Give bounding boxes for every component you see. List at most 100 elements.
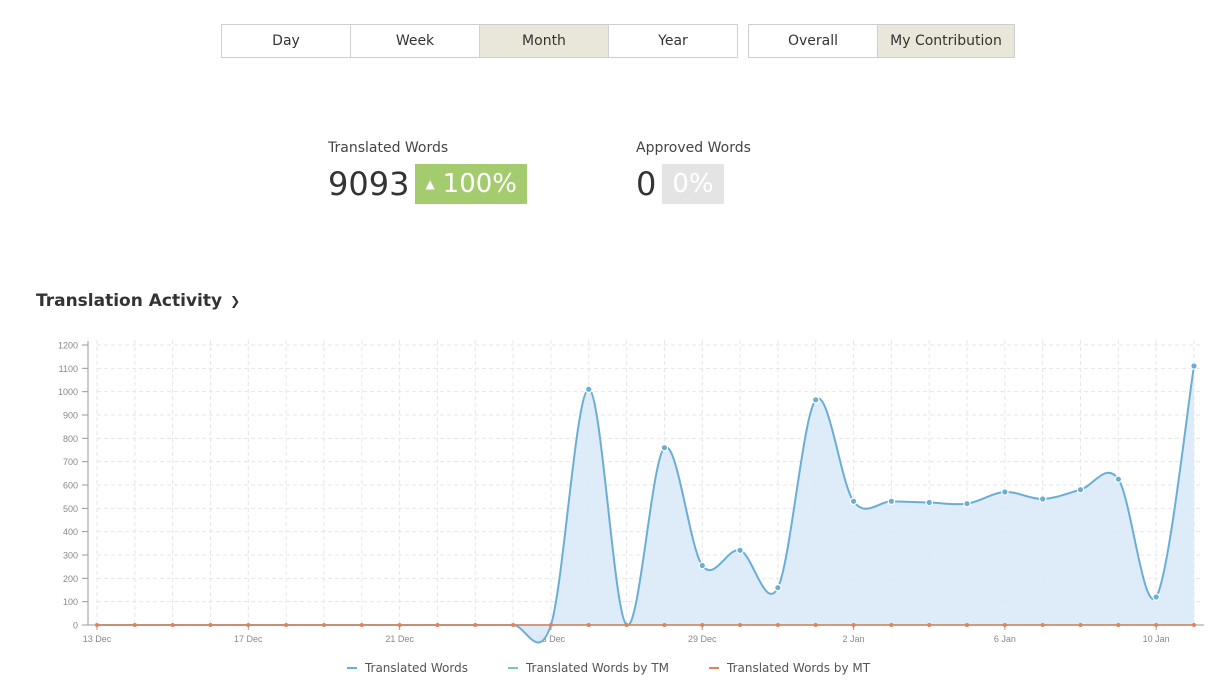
legend-label: Translated Words (364, 661, 468, 675)
y-tick-label: 800 (63, 434, 78, 444)
tab-year[interactable]: Year (609, 24, 738, 58)
translated-words-stat: Translated Words 9093 ▲ 100% (328, 140, 528, 204)
data-point-mt (927, 623, 932, 627)
legend-swatch (709, 667, 719, 669)
data-point-mt (435, 623, 440, 627)
data-point-mt (473, 623, 478, 627)
series-area (97, 366, 1194, 643)
chart-legend: Translated Words Translated Words by TM … (0, 661, 1217, 675)
scope-selector: Overall My Contribution (748, 24, 1015, 58)
legend-item-translated[interactable]: Translated Words (346, 661, 468, 675)
y-tick-label: 1200 (58, 341, 78, 351)
data-point-mt (170, 623, 175, 627)
data-point (584, 385, 593, 394)
data-point (660, 443, 669, 452)
y-tick-label: 1000 (58, 387, 78, 397)
data-point-mt (1192, 623, 1196, 627)
y-tick-label: 400 (63, 527, 78, 537)
tab-week[interactable]: Week (351, 24, 480, 58)
data-point (887, 497, 896, 506)
data-point-mt (1154, 623, 1159, 627)
data-point-mt (775, 623, 780, 627)
data-point (925, 498, 934, 507)
x-tick-label: 17 Dec (234, 634, 263, 644)
y-tick-label: 200 (63, 574, 78, 584)
data-point (1038, 495, 1047, 503)
translated-change-value: 100% (442, 169, 518, 199)
period-selector: Day Week Month Year (221, 24, 738, 58)
chevron-down-icon: ❯ (230, 294, 241, 308)
approved-words-label: Approved Words (636, 140, 751, 156)
legend-item-mt[interactable]: Translated Words by MT (709, 661, 870, 675)
approved-change-value: 0% (672, 169, 714, 199)
data-point-mt (95, 623, 99, 627)
x-tick-label: 13 Dec (83, 634, 112, 644)
tab-my-contribution[interactable]: My Contribution (878, 24, 1015, 58)
tab-day[interactable]: Day (221, 24, 351, 58)
x-tick-label: 29 Dec (688, 634, 717, 644)
tab-overall[interactable]: Overall (748, 24, 878, 58)
data-point-mt (511, 623, 516, 627)
data-point-mt (208, 623, 213, 627)
data-point (811, 396, 820, 404)
data-point-mt (132, 623, 137, 627)
data-point-mt (813, 623, 818, 627)
translated-words-value: 9093 (328, 165, 410, 203)
y-tick-label: 500 (63, 504, 78, 514)
legend-swatch (507, 667, 518, 669)
data-point (849, 497, 858, 506)
section-title: Translation Activity (36, 291, 223, 311)
legend-label: Translated Words by MT (727, 661, 871, 675)
translated-change-badge: ▲ 100% (415, 164, 528, 204)
data-point (1114, 475, 1123, 483)
y-tick-label: 700 (63, 457, 78, 467)
approved-change-badge: 0% (662, 164, 724, 204)
legend-item-tm[interactable]: Translated Words by TM (507, 661, 669, 675)
data-point-mt (1002, 623, 1007, 627)
x-tick-label: 6 Jan (994, 634, 1016, 644)
data-point (1190, 362, 1198, 370)
translated-words-label: Translated Words (328, 140, 449, 156)
up-arrow-icon: ▲ (425, 177, 435, 191)
data-point-mt (624, 623, 629, 627)
x-tick-label: 21 Dec (385, 634, 414, 644)
data-point-mt (321, 623, 326, 627)
data-point-mt (662, 623, 667, 627)
data-point-mt (246, 623, 251, 627)
data-point (1152, 593, 1160, 601)
data-point-mt (397, 623, 402, 627)
data-point-mt (1116, 623, 1121, 627)
data-point-mt (965, 623, 970, 627)
data-point-mt (1078, 623, 1083, 627)
data-point-mt (738, 623, 743, 627)
data-point (698, 561, 707, 570)
translation-activity-chart: 0 100 200 300 400 500 600 700 800 900 1000 1100 1200… (58, 340, 1204, 644)
data-point-mt (284, 623, 289, 627)
x-tick-label: 2 Jan (843, 634, 865, 644)
data-point-mt (359, 623, 364, 627)
data-point (736, 546, 744, 555)
legend-label: Translated Words by TM (525, 661, 669, 675)
data-point-mt (889, 623, 894, 627)
data-point (774, 583, 782, 592)
data-point-mt (1040, 623, 1045, 627)
data-point-mt (851, 623, 856, 627)
y-tick-label: 100 (63, 597, 78, 607)
translation-activity-toggle[interactable]: Translation Activity ❯ (36, 291, 240, 311)
data-point (963, 499, 971, 508)
approved-words-stat: Approved Words 0 0% (636, 140, 751, 204)
y-tick-label: 300 (63, 551, 78, 561)
tab-month[interactable]: Month (480, 24, 609, 58)
data-point (1076, 485, 1085, 494)
data-point-mt (548, 623, 553, 627)
y-tick-label: 0 (73, 621, 78, 631)
legend-swatch (346, 667, 357, 669)
data-point (1001, 488, 1009, 496)
y-tick-label: 1100 (59, 364, 78, 374)
data-point-mt (586, 623, 591, 627)
y-tick-label: 900 (63, 411, 78, 421)
y-tick-label: 600 (63, 481, 78, 491)
x-tick-label: 10 Jan (1143, 634, 1170, 644)
approved-words-value: 0 (636, 165, 657, 203)
data-point-mt (700, 623, 705, 627)
